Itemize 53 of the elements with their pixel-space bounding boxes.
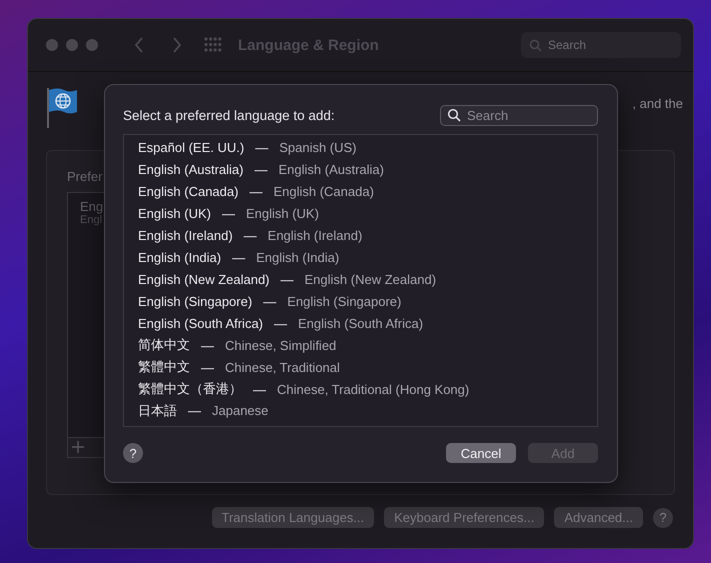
- language-name[interactable]: 日本語: [138, 402, 177, 420]
- language-translation: Spanish (US): [279, 140, 357, 154]
- separator: —: [254, 162, 268, 176]
- language-translation: English (South Africa): [298, 316, 424, 330]
- language-translation: Japanese: [212, 403, 268, 418]
- language-name[interactable]: 简体中文: [138, 336, 190, 354]
- language-name[interactable]: English (UK): [138, 206, 211, 220]
- language-translation: English (Singapore): [287, 294, 402, 308]
- zoom-button[interactable]: [86, 39, 98, 51]
- language-translation: English (India): [256, 250, 340, 264]
- separator: —: [253, 382, 266, 396]
- sheet-title: Select a preferred language to add:: [123, 108, 335, 122]
- search-field[interactable]: Search: [521, 32, 681, 58]
- separator: —: [222, 206, 235, 220]
- language-translation: Chinese, Simplified: [225, 338, 336, 352]
- language-name[interactable]: Español (EE. UU.): [138, 140, 244, 154]
- search-field[interactable]: Search: [440, 104, 598, 126]
- language-name[interactable]: English (Canada): [138, 184, 238, 198]
- separator: —: [280, 272, 294, 286]
- description-text: , and the: [632, 96, 683, 111]
- separator: —: [188, 403, 201, 418]
- help-button[interactable]: ?: [123, 443, 143, 463]
- separator: —: [263, 294, 276, 308]
- separator: —: [244, 228, 257, 242]
- language-translation: Chinese, Traditional: [225, 360, 340, 374]
- language-translation: English (UK): [246, 206, 319, 220]
- flag-globe-icon: [46, 86, 78, 130]
- language-name[interactable]: English (South Africa): [138, 316, 264, 330]
- language-translation: Chinese, Traditional (Hong Kong): [277, 382, 470, 396]
- separator: —: [201, 338, 214, 352]
- separator: —: [201, 360, 214, 374]
- language-subtitle: Engl: [80, 214, 102, 226]
- panel-label: Prefer: [67, 169, 102, 184]
- separator: —: [249, 184, 262, 198]
- grid-icon[interactable]: [204, 37, 222, 53]
- language-name[interactable]: English (Australia): [138, 162, 244, 176]
- separator: —: [255, 140, 268, 154]
- close-button[interactable]: [46, 39, 58, 51]
- language-name[interactable]: English (New Zealand): [138, 272, 270, 286]
- language-translation: English (New Zealand): [304, 272, 436, 286]
- language-translation: English (Ireland): [268, 228, 362, 242]
- language-translation: English (Canada): [273, 184, 374, 198]
- language-name[interactable]: 繁體中文（香港）: [138, 380, 242, 398]
- language-name[interactable]: 繁體中文: [138, 358, 190, 376]
- language-name[interactable]: English (Singapore): [138, 294, 252, 308]
- language-translation: English (Australia): [278, 162, 384, 176]
- language-name[interactable]: English (Ireland): [138, 228, 233, 242]
- cancel-button[interactable]: Cancel: [446, 443, 516, 463]
- language-name[interactable]: English (India): [138, 250, 222, 264]
- separator: —: [232, 250, 246, 264]
- separator: —: [274, 316, 288, 330]
- language-name: Eng: [80, 199, 104, 214]
- minimize-button[interactable]: [66, 39, 78, 51]
